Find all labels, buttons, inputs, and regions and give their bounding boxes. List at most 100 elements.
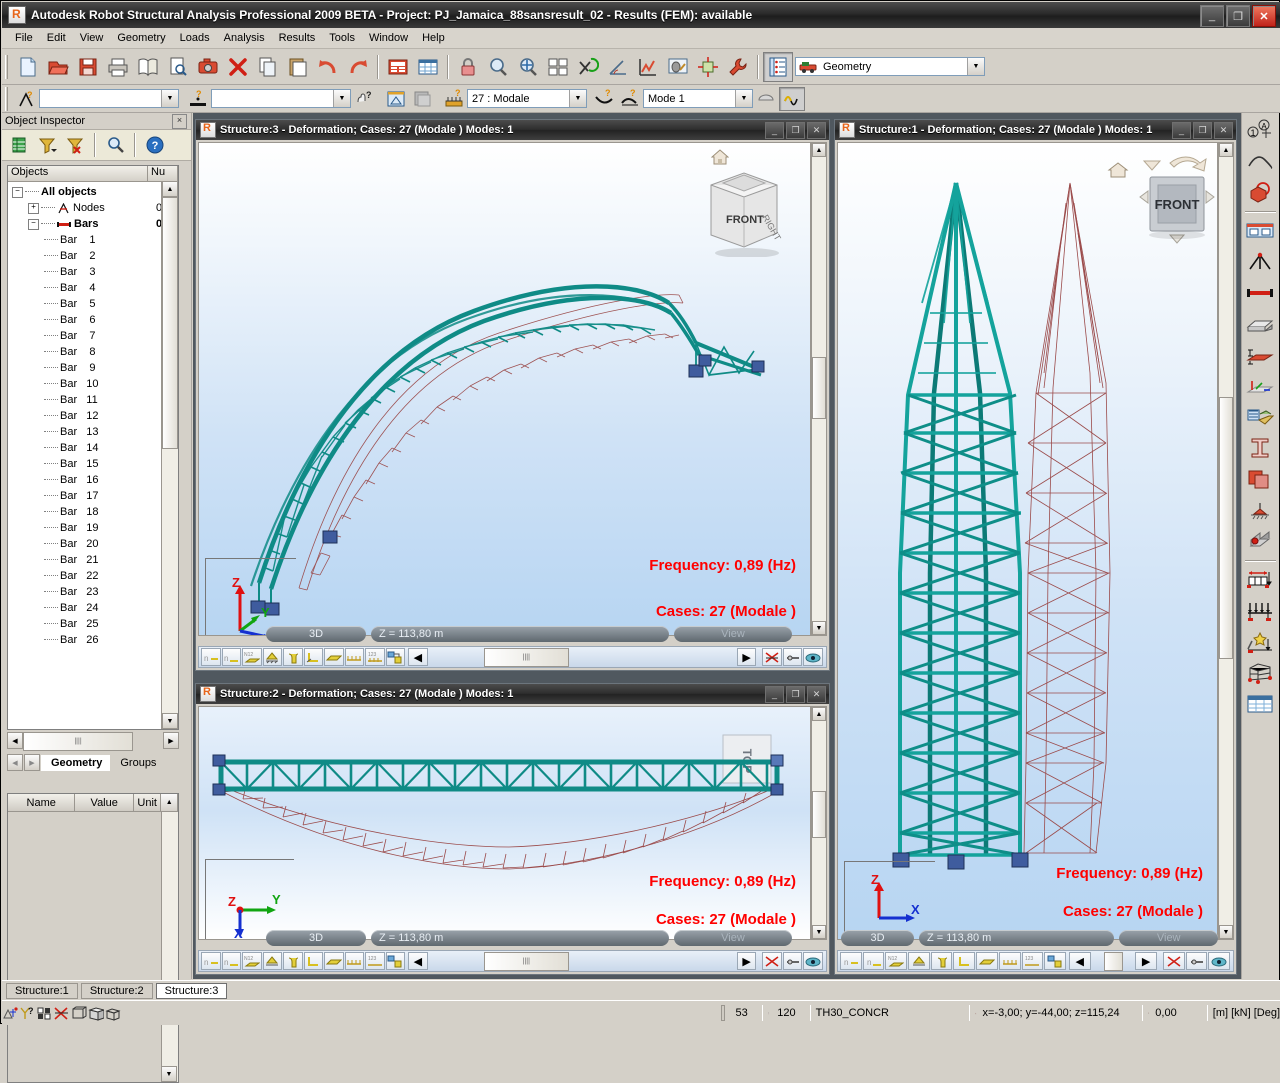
case-combo[interactable]: 27 : Modale ▼ xyxy=(467,89,587,108)
view-settings-icon[interactable] xyxy=(783,648,803,666)
tree-item-bar[interactable]: Bar 14 xyxy=(8,440,178,456)
view1-minimize-button[interactable]: _ xyxy=(1172,122,1191,139)
view-settings-icon[interactable] xyxy=(1186,952,1208,970)
screenshot-camera-icon[interactable] xyxy=(193,52,223,82)
chevron-down-icon[interactable]: ▼ xyxy=(333,90,350,107)
print-icon[interactable] xyxy=(103,52,133,82)
tree-item-bar[interactable]: Bar 10 xyxy=(8,376,178,392)
cut-view-icon[interactable] xyxy=(762,952,782,970)
zoom-icon[interactable] xyxy=(483,52,513,82)
view3-minimize-button[interactable]: _ xyxy=(765,122,784,139)
view2-3d-button[interactable]: 3D xyxy=(266,930,366,946)
tab-next-icon[interactable]: ▶ xyxy=(24,754,40,771)
dynamic-curve-icon[interactable] xyxy=(779,87,805,111)
solid-object-icon[interactable] xyxy=(1244,177,1277,207)
menu-item-help[interactable]: Help xyxy=(415,30,452,46)
tree-item-bar[interactable]: Bar 1 xyxy=(8,232,178,248)
loads-display-icon[interactable] xyxy=(283,648,303,666)
menu-item-results[interactable]: Results xyxy=(272,30,323,46)
structure-model-icon[interactable] xyxy=(1244,402,1277,432)
supports-display-icon[interactable] xyxy=(908,952,930,970)
preview-doc-icon[interactable] xyxy=(163,52,193,82)
panel-numbers-icon[interactable]: N12 xyxy=(242,648,262,666)
save-icon[interactable] xyxy=(73,52,103,82)
copy-icon[interactable] xyxy=(253,52,283,82)
bar-selection-combo[interactable]: ▼ xyxy=(211,89,351,108)
menu-item-loads[interactable]: Loads xyxy=(173,30,217,46)
scroll-right-icon[interactable]: ▶ xyxy=(1135,952,1157,970)
hscroll-thumb[interactable]: |||| xyxy=(23,732,133,751)
scroll-left-icon[interactable]: ◀ xyxy=(7,732,23,749)
view1-vscroll-thumb[interactable] xyxy=(1219,397,1233,659)
toolbar-grip-2[interactable] xyxy=(5,87,10,111)
tree-item-bar[interactable]: Bar 2 xyxy=(8,248,178,264)
view2-close-button[interactable]: ✕ xyxy=(807,686,826,703)
minimize-button[interactable]: _ xyxy=(1200,5,1224,27)
paste-icon[interactable] xyxy=(283,52,313,82)
view-3d-icon[interactable] xyxy=(87,1004,104,1022)
render-toggle-icon[interactable] xyxy=(803,648,823,666)
scroll-right-icon[interactable]: ▶ xyxy=(737,648,757,666)
refresh-view-icon[interactable] xyxy=(573,52,603,82)
tree-root-row[interactable]: − All objects xyxy=(8,184,178,200)
dimension-lines-icon[interactable] xyxy=(999,952,1021,970)
tree-item-bar[interactable]: Bar 24 xyxy=(8,600,178,616)
print-preview-book-icon[interactable] xyxy=(133,52,163,82)
cut-view-icon[interactable] xyxy=(762,648,782,666)
chevron-down-icon[interactable]: ▼ xyxy=(161,90,178,107)
load-wizard-icon[interactable] xyxy=(1244,627,1277,657)
view-manager-icon[interactable] xyxy=(386,648,406,666)
filter-icon[interactable] xyxy=(34,132,60,158)
sections-display-icon[interactable] xyxy=(324,648,344,666)
materials-icon[interactable] xyxy=(1244,464,1277,494)
open-file-icon[interactable] xyxy=(43,52,73,82)
tree-item-bar[interactable]: Bar 4 xyxy=(8,280,178,296)
node-label-icon[interactable]: 1A xyxy=(1244,115,1277,145)
objects-tree[interactable]: Objects Nu − All objects + Nodes 0/ − xyxy=(7,165,179,730)
tree-item-bar[interactable]: Bar 15 xyxy=(8,456,178,472)
tab-geometry[interactable]: Geometry xyxy=(41,755,110,771)
load-case-icon[interactable]: ? xyxy=(441,87,467,111)
sections-display-icon[interactable] xyxy=(976,952,998,970)
node-icon[interactable] xyxy=(1244,247,1277,277)
scroll-up-icon[interactable]: ▲ xyxy=(161,794,178,812)
tree-item-bar[interactable]: Bar 22 xyxy=(8,568,178,584)
pointer-hand-icon[interactable]: ? xyxy=(351,87,377,111)
tree-item-bar[interactable]: Bar 20 xyxy=(8,536,178,552)
view3-z-level[interactable]: Z = 113,80 m xyxy=(371,626,669,642)
chevron-down-icon[interactable]: ▼ xyxy=(735,90,752,107)
grid-display-icon[interactable] xyxy=(36,1004,53,1022)
menu-item-file[interactable]: File xyxy=(8,30,40,46)
lock-icon[interactable] xyxy=(453,52,483,82)
new-file-icon[interactable] xyxy=(13,52,43,82)
menu-item-analysis[interactable]: Analysis xyxy=(217,30,272,46)
view1-view-button[interactable]: View xyxy=(1119,930,1218,946)
paper-size-icon[interactable]: A1 xyxy=(768,1006,769,1021)
prop-col-name[interactable]: Name xyxy=(8,794,75,812)
snap-icon[interactable] xyxy=(2,1004,19,1022)
dimensions-icon[interactable] xyxy=(603,52,633,82)
mode-shape-icon[interactable]: ? xyxy=(617,87,643,111)
filter-clear-icon[interactable] xyxy=(62,132,88,158)
scroll-up-icon[interactable]: ▲ xyxy=(812,143,826,157)
view3-canvas[interactable]: FRONT RIGHT xyxy=(198,142,811,636)
view1-maximize-button[interactable]: ❐ xyxy=(1193,122,1212,139)
grid-help-icon[interactable]: ? xyxy=(19,1004,36,1022)
support-icon[interactable] xyxy=(1244,495,1277,525)
bottom-tab-structure1[interactable]: Structure:1 xyxy=(6,983,78,999)
scroll-left-icon[interactable]: ◀ xyxy=(1069,952,1091,970)
zoom-pan-icon[interactable] xyxy=(513,52,543,82)
results-table-icon[interactable] xyxy=(1244,689,1277,719)
menu-item-edit[interactable]: Edit xyxy=(40,30,73,46)
axes-icon[interactable] xyxy=(693,52,723,82)
view3-vscroll-thumb[interactable] xyxy=(812,357,826,419)
bar-select-icon[interactable]: ? xyxy=(185,87,211,111)
tree-item-bar[interactable]: Bar 21 xyxy=(8,552,178,568)
view-xy-icon[interactable] xyxy=(70,1004,87,1022)
scroll-up-icon[interactable]: ▲ xyxy=(1219,143,1233,157)
chevron-down-icon[interactable]: ▼ xyxy=(569,90,586,107)
uniform-load-icon[interactable] xyxy=(1244,596,1277,626)
panel-numbers-icon[interactable]: N12 xyxy=(242,952,262,970)
bar-numbers-icon[interactable]: n xyxy=(222,648,242,666)
polyline-icon[interactable] xyxy=(1244,146,1277,176)
